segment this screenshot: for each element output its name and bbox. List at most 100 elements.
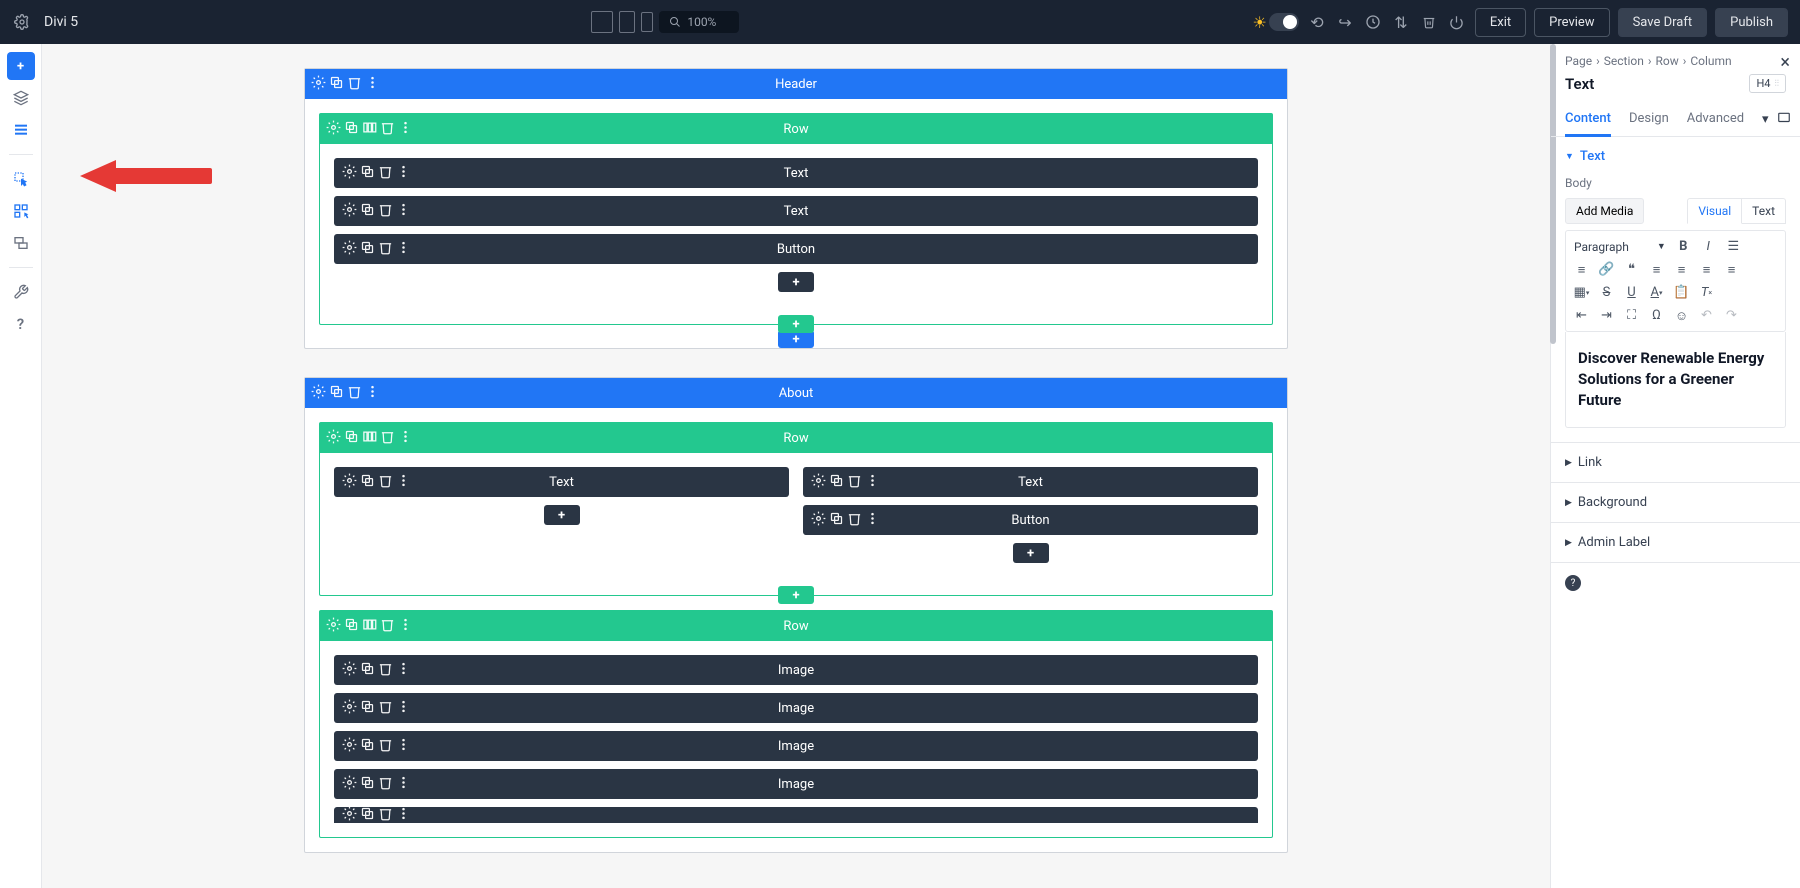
delete-icon[interactable] <box>378 661 393 680</box>
scrollbar[interactable] <box>1550 44 1556 344</box>
module-image[interactable]: Image <box>334 769 1258 799</box>
responsive-icon[interactable] <box>1777 111 1791 129</box>
duplicate-icon[interactable] <box>360 164 375 183</box>
settings-icon[interactable] <box>342 699 357 718</box>
quote-icon[interactable]: ❝ <box>1624 262 1639 277</box>
row-header[interactable]: Row <box>320 114 1272 144</box>
delete-icon[interactable] <box>378 240 393 259</box>
more-icon[interactable] <box>865 473 880 492</box>
power-icon[interactable] <box>1447 12 1467 32</box>
sync-icon[interactable]: ⟲ <box>1307 12 1327 32</box>
duplicate-icon[interactable] <box>360 202 375 221</box>
sort-icon[interactable]: ⇅ <box>1391 12 1411 32</box>
wireframe-icon[interactable] <box>7 116 35 144</box>
strikethrough-icon[interactable]: S <box>1599 285 1614 300</box>
settings-icon[interactable] <box>811 473 826 492</box>
more-icon[interactable] <box>396 473 411 492</box>
add-module-button[interactable]: + <box>544 505 580 525</box>
zoom-input[interactable]: 100% <box>659 11 739 33</box>
delete-icon[interactable] <box>380 617 395 636</box>
delete-icon[interactable] <box>847 511 862 530</box>
tab-advanced[interactable]: Advanced <box>1687 103 1744 136</box>
expand-dropdown-icon[interactable]: ▾ <box>1762 112 1769 127</box>
module-image[interactable]: Image <box>334 693 1258 723</box>
duplicate-icon[interactable] <box>829 473 844 492</box>
more-icon[interactable] <box>396 806 411 825</box>
add-module-button[interactable]: + <box>1013 543 1049 563</box>
duplicate-icon[interactable] <box>829 511 844 530</box>
settings-icon[interactable] <box>342 202 357 221</box>
undo-icon[interactable]: ↶ <box>1699 308 1714 323</box>
more-icon[interactable] <box>365 75 380 94</box>
align-right-icon[interactable]: ≡ <box>1699 262 1714 277</box>
crumb-row[interactable]: Row <box>1655 54 1678 68</box>
settings-icon[interactable] <box>342 164 357 183</box>
add-media-button[interactable]: Add Media <box>1565 198 1644 224</box>
layers-icon[interactable] <box>7 84 35 112</box>
add-row-button[interactable]: + <box>778 586 814 604</box>
duplicate-icon[interactable] <box>344 429 359 448</box>
more-icon[interactable] <box>398 617 413 636</box>
more-icon[interactable] <box>398 120 413 139</box>
accordion-link-header[interactable]: ▶Link <box>1551 443 1800 482</box>
delete-icon[interactable] <box>347 75 362 94</box>
indent-icon[interactable]: ⇥ <box>1599 308 1614 323</box>
redo-icon[interactable]: ↷ <box>1724 308 1739 323</box>
more-icon[interactable] <box>398 429 413 448</box>
duplicate-icon[interactable] <box>344 617 359 636</box>
duplicate-icon[interactable] <box>360 473 375 492</box>
align-center-icon[interactable]: ≡ <box>1674 262 1689 277</box>
preview-button[interactable]: Preview <box>1534 8 1609 37</box>
duplicate-icon[interactable] <box>360 737 375 756</box>
link-icon[interactable]: 🔗 <box>1599 262 1614 277</box>
crumb-page[interactable]: Page <box>1565 54 1592 68</box>
paste-icon[interactable]: 📋 <box>1674 285 1689 300</box>
tab-design[interactable]: Design <box>1629 103 1669 136</box>
close-icon[interactable]: × <box>1780 52 1790 73</box>
module-button[interactable]: Button <box>334 234 1258 264</box>
delete-icon[interactable] <box>380 429 395 448</box>
publish-button[interactable]: Publish <box>1715 8 1788 37</box>
settings-icon[interactable] <box>311 75 326 94</box>
click-mode-icon[interactable] <box>7 165 35 193</box>
columns-icon[interactable] <box>362 617 377 636</box>
section-header[interactable]: About <box>305 378 1287 408</box>
accordion-text-header[interactable]: ▼Text <box>1551 137 1800 176</box>
delete-icon[interactable] <box>378 164 393 183</box>
delete-icon[interactable] <box>847 473 862 492</box>
duplicate-icon[interactable] <box>360 240 375 259</box>
section-header[interactable]: Header <box>305 69 1287 99</box>
duplicate-icon[interactable] <box>329 384 344 403</box>
duplicate-icon[interactable] <box>360 699 375 718</box>
align-left-icon[interactable]: ≡ <box>1649 262 1664 277</box>
accordion-admin-label-header[interactable]: ▶Admin Label <box>1551 523 1800 562</box>
settings-gear-icon[interactable] <box>12 12 32 32</box>
more-icon[interactable] <box>396 737 411 756</box>
tools-icon[interactable] <box>7 278 35 306</box>
module-text[interactable]: Text <box>334 467 789 497</box>
delete-icon[interactable] <box>378 202 393 221</box>
row-header[interactable]: Row <box>320 611 1272 641</box>
settings-icon[interactable] <box>342 737 357 756</box>
module-text[interactable]: Text <box>803 467 1258 497</box>
more-icon[interactable] <box>396 661 411 680</box>
settings-icon[interactable] <box>342 473 357 492</box>
emoji-icon[interactable]: ☺ <box>1674 308 1689 323</box>
delete-icon[interactable] <box>378 699 393 718</box>
more-icon[interactable] <box>396 240 411 259</box>
tab-content[interactable]: Content <box>1565 103 1611 137</box>
trash-icon[interactable] <box>1419 12 1439 32</box>
duplicate-icon[interactable] <box>360 661 375 680</box>
add-button[interactable]: + <box>7 52 35 80</box>
settings-icon[interactable] <box>342 240 357 259</box>
module-text[interactable]: Text <box>334 158 1258 188</box>
theme-toggle[interactable]: ☀ <box>1253 13 1299 32</box>
bold-icon[interactable]: B <box>1676 239 1691 254</box>
numbered-list-icon[interactable]: ≡ <box>1574 262 1589 277</box>
module-text[interactable]: Text <box>334 196 1258 226</box>
duplicate-icon[interactable] <box>344 120 359 139</box>
save-draft-button[interactable]: Save Draft <box>1618 8 1708 37</box>
delete-icon[interactable] <box>378 806 393 825</box>
add-row-button[interactable]: + <box>778 315 814 333</box>
settings-icon[interactable] <box>326 429 341 448</box>
